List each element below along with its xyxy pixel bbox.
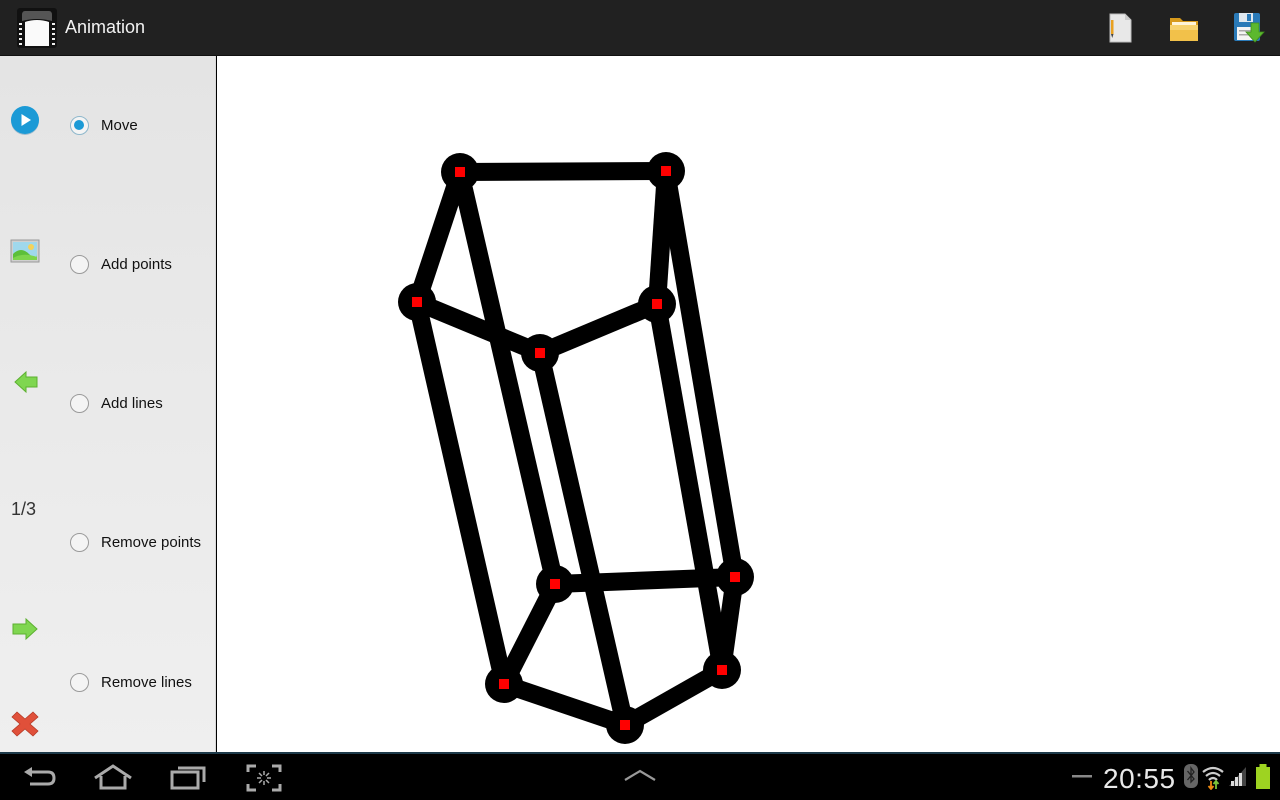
wifi-icon [1202,766,1224,790]
edge-1-3[interactable] [408,169,469,305]
bluetooth-icon [1184,764,1198,788]
vertex-handle-10[interactable] [717,665,727,675]
vertex-handle-4[interactable] [652,299,662,309]
clock: 20:55 [1103,763,1176,794]
image-icon [10,239,40,263]
vertex-handle-3[interactable] [412,297,422,307]
new-file-button[interactable] [1100,8,1140,48]
minus-icon [1072,775,1092,778]
mode-label: Move [101,116,138,134]
edge-3-8[interactable] [408,300,513,686]
mode-add-lines[interactable]: Add lines [70,390,163,416]
vertex-handle-5[interactable] [535,348,545,358]
back-button[interactable] [16,762,64,794]
expand-button[interactable] [616,762,664,794]
battery-icon [1256,764,1270,789]
mode-label: Add lines [101,394,163,412]
system-nav-bar: 20:55 [0,752,1280,800]
mode-label: Remove points [101,533,202,551]
drawing-svg[interactable] [217,56,1280,752]
mode-add-points[interactable]: Add points [70,251,172,277]
arrow-left-icon [14,370,38,394]
screenshot-icon [246,764,282,792]
action-bar: Animation [0,0,1280,56]
next-frame-button[interactable] [9,613,41,645]
radio-remove-points[interactable] [70,532,89,552]
new-document-icon [1109,13,1132,43]
recent-apps-button[interactable] [164,762,212,794]
edge-8-9[interactable] [501,675,628,734]
drawing-canvas[interactable] [217,56,1280,752]
vertex-handle-7[interactable] [730,572,740,582]
play-icon [11,106,39,135]
screenshot-button[interactable] [240,762,288,794]
signal-icon [1229,767,1246,786]
folder-icon [1170,18,1198,41]
close-x-icon [11,711,39,737]
back-icon [24,767,56,786]
radio-add-points[interactable] [70,254,89,274]
arrow-right-icon [12,617,38,641]
recent-apps-icon [170,766,206,790]
vertex-handle-2[interactable] [661,166,671,176]
mode-move[interactable]: Move [70,112,138,138]
save-disk-icon [1234,13,1265,43]
radio-move[interactable] [70,115,89,135]
mode-remove-points[interactable]: Remove points [70,529,201,555]
vertex-handle-9[interactable] [620,720,630,730]
film-strip-icon [17,8,57,48]
app-window: Animation 1/3 Move Add points Add lines … [0,0,1280,800]
open-folder-button[interactable] [1164,8,1204,48]
home-icon [94,764,132,790]
play-button[interactable] [9,104,41,136]
edge-1-2[interactable] [459,162,667,181]
mode-remove-lines[interactable]: Remove lines [70,669,192,695]
radio-add-lines[interactable] [70,393,89,413]
previous-frame-button[interactable] [9,366,41,398]
delete-frame-button[interactable] [9,708,41,740]
edge-4-5[interactable] [536,295,661,362]
edge-6-7[interactable] [554,568,736,593]
radio-remove-lines[interactable] [70,672,89,692]
app-title: Animation [65,17,146,37]
vertex-handle-8[interactable] [499,679,509,689]
save-button[interactable] [1228,8,1268,48]
home-button[interactable] [89,762,137,794]
mode-label: Remove lines [101,673,192,691]
background-image-button[interactable] [9,236,41,268]
sidebar: 1/3 Move Add points Add lines Remove poi… [0,56,216,752]
chevron-up-icon [624,769,656,781]
vertex-handle-6[interactable] [550,579,560,589]
page-indicator: 1/3 [11,499,37,519]
mode-label: Add points [101,255,172,273]
vertex-handle-1[interactable] [455,167,465,177]
